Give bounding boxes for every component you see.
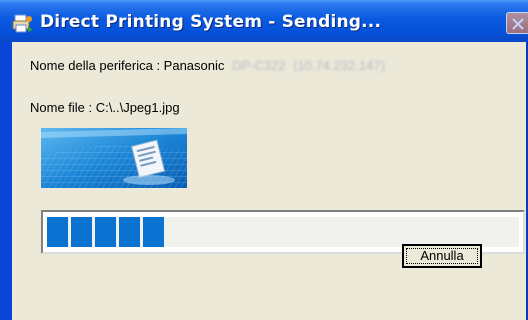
device-model-redacted: DP-C322 bbox=[232, 58, 286, 73]
progress-chunk bbox=[143, 217, 164, 247]
printing-document-image bbox=[41, 128, 187, 188]
cancel-button-label: Annulla bbox=[420, 248, 464, 263]
progress-chunk bbox=[71, 217, 92, 247]
close-button[interactable] bbox=[506, 12, 528, 34]
close-icon bbox=[512, 18, 524, 30]
progress-chunk bbox=[95, 217, 116, 247]
progress-chunk bbox=[119, 217, 140, 247]
progress-track bbox=[47, 217, 519, 247]
printer-app-icon[interactable] bbox=[12, 14, 34, 34]
title-bar[interactable]: Direct Printing System - Sending... bbox=[0, 0, 528, 42]
progress-chunk bbox=[47, 217, 68, 247]
device-address-redacted: (10.74.232.147) bbox=[293, 58, 385, 73]
device-name-row: Nome della periferica : Panasonic DP-C32… bbox=[30, 58, 385, 73]
device-name-label: Nome della periferica : Panasonic bbox=[30, 58, 225, 73]
file-name-label: Nome file : C:\..\Jpeg1.jpg bbox=[30, 100, 180, 115]
dialog-window: Direct Printing System - Sending... Nome… bbox=[0, 0, 528, 320]
cancel-button[interactable]: Annulla bbox=[402, 244, 482, 268]
window-title: Direct Printing System - Sending... bbox=[40, 12, 382, 32]
